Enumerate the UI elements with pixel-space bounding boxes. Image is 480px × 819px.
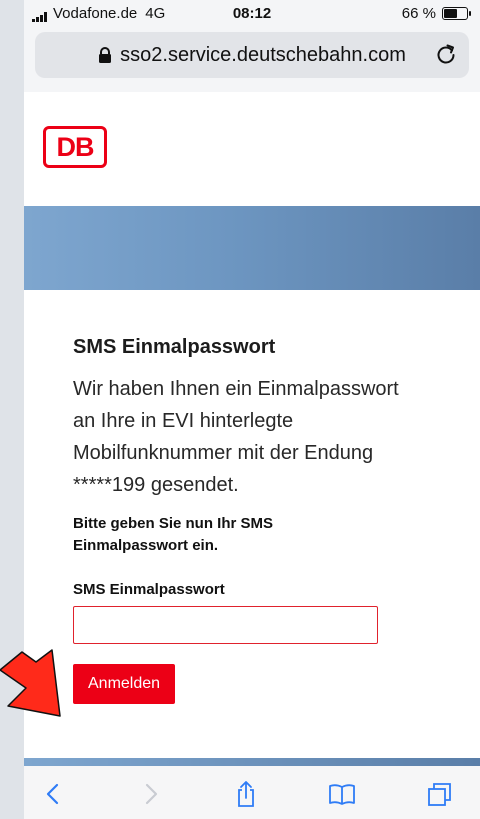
instruction-text: Bitte geben Sie nun Ihr SMS Einmalpasswo… [73, 513, 453, 557]
url-text[interactable]: sso2.service.deutschebahn.com [120, 44, 406, 67]
web-page: DB SMS Einmalpasswort Wir haben Ihnen ei… [24, 92, 480, 758]
otp-input[interactable] [73, 606, 378, 644]
intro-line: an Ihre in EVI hinterlegte [73, 410, 294, 432]
db-logo[interactable]: DB [43, 126, 107, 168]
address-bar[interactable]: sso2.service.deutschebahn.com [35, 32, 469, 78]
battery-icon [442, 7, 471, 20]
reload-icon[interactable] [435, 43, 457, 65]
intro-line: Mobilfunknummer mit der Endung [73, 442, 374, 464]
bookmarks-icon[interactable] [328, 780, 356, 808]
battery-percentage: 66 % [401, 5, 436, 22]
intro-line: Wir haben Ihnen ein Einmalpasswort [73, 378, 399, 400]
login-button[interactable]: Anmelden [73, 664, 176, 704]
tabs-icon[interactable] [426, 780, 454, 808]
page-title: SMS Einmalpasswort [73, 336, 276, 358]
share-icon[interactable] [232, 780, 260, 808]
instruction-line: Einmalpasswort ein. [73, 537, 219, 554]
instruction-line: Bitte geben Sie nun Ihr SMS [73, 515, 274, 532]
header-banner [24, 206, 480, 290]
battery-info: 66 % [401, 5, 471, 22]
phone-screen: Vodafone.de 4G 08:12 66 % sso2.service.d… [24, 0, 480, 819]
otp-field-label: SMS Einmalpasswort [73, 581, 225, 598]
status-bar: Vodafone.de 4G 08:12 66 % [24, 0, 480, 26]
login-form: SMS Einmalpasswort Wir haben Ihnen ein E… [73, 336, 453, 704]
intro-text: Wir haben Ihnen ein Einmalpasswort an Ih… [73, 373, 453, 501]
forward-icon[interactable] [136, 780, 164, 808]
back-icon[interactable] [40, 780, 68, 808]
lock-icon [99, 47, 112, 63]
browser-toolbar [24, 766, 480, 819]
pointer-arrow-icon [0, 649, 61, 717]
footer-banner [24, 758, 480, 766]
intro-line: *****199 gesendet. [73, 474, 239, 496]
